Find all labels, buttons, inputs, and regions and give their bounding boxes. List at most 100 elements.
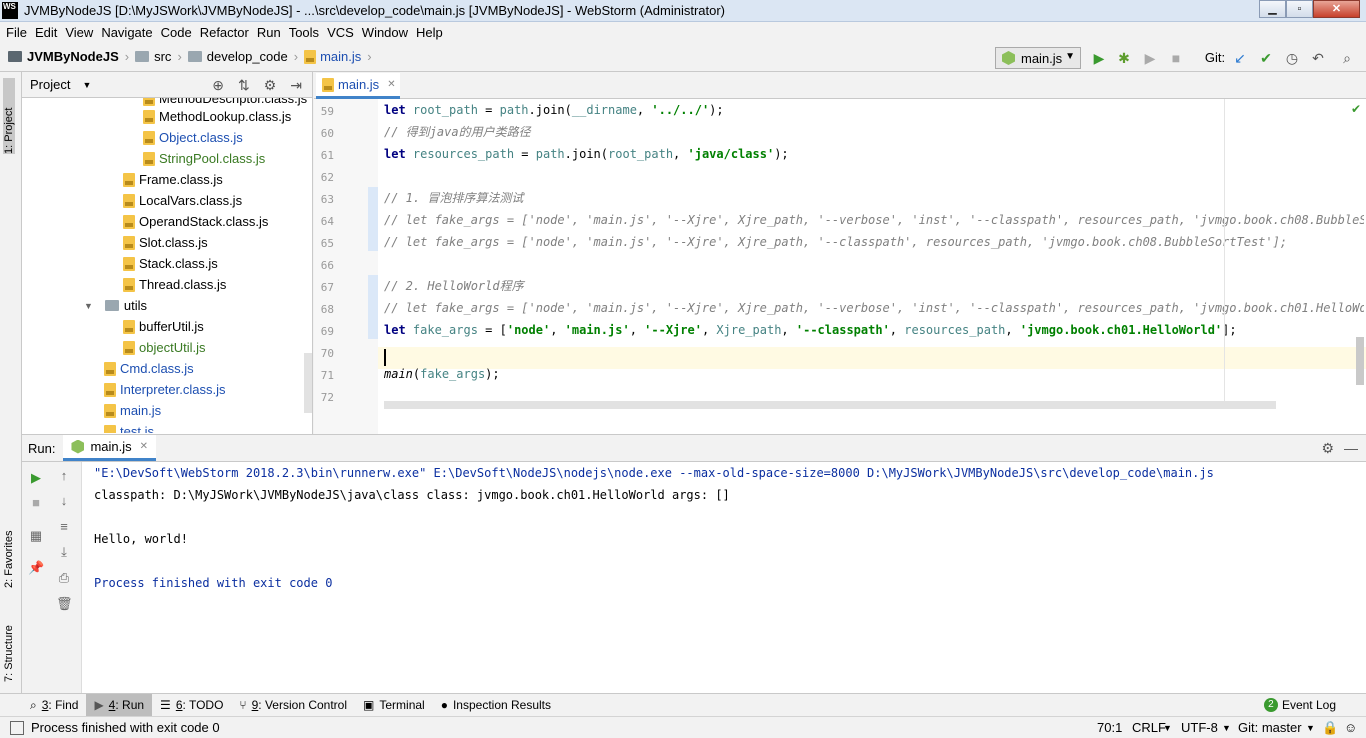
code-line[interactable]: // 2. HelloWorld程序 — [384, 275, 524, 297]
breadcrumb-project[interactable]: JVMByNodeJS — [27, 49, 119, 64]
tree-item[interactable]: main.js — [104, 400, 161, 421]
minimize-icon[interactable]: ▁ — [1259, 0, 1286, 18]
tool-tab-version-control[interactable]: ⑂ 9: Version Control — [231, 694, 355, 717]
menu-view[interactable]: View — [63, 25, 99, 40]
event-log-button[interactable]: 2 Event Log — [1256, 694, 1344, 717]
breadcrumb-src[interactable]: src — [154, 49, 171, 64]
close-icon[interactable]: ✕ — [387, 79, 395, 90]
line-separator[interactable]: CRLF — [1132, 720, 1166, 735]
gear-icon[interactable]: ⚙ — [264, 77, 277, 94]
tree-item[interactable]: StringPool.class.js — [143, 148, 265, 169]
scroll-to-end-icon[interactable]: ⤓ — [56, 544, 72, 560]
code-line[interactable]: // let fake_args = ['node', 'main.js', '… — [384, 231, 1287, 253]
commit-icon[interactable]: ✔ — [1259, 51, 1273, 65]
menu-run[interactable]: Run — [255, 25, 287, 40]
tree-item[interactable]: MethodLookup.class.js — [143, 106, 291, 127]
code-area[interactable]: let root_path = path.join(__dirname, '..… — [384, 99, 1364, 434]
chevron-down-icon[interactable]: ▼ — [82, 80, 91, 90]
breadcrumb-file[interactable]: main.js — [320, 49, 361, 64]
console-output[interactable]: "E:\DevSoft\WebStorm 2018.2.3\bin\runner… — [94, 462, 1364, 694]
print-icon[interactable]: ⎙ — [56, 570, 72, 586]
run-icon[interactable]: ▶ — [1092, 51, 1106, 65]
close-icon[interactable]: ✕ — [140, 441, 148, 452]
locate-icon[interactable]: ⊕ — [212, 77, 224, 94]
tool-tab-run[interactable]: ▶ 4: Run — [86, 693, 153, 717]
code-line[interactable]: let fake_args = ['node', 'main.js', '--X… — [384, 319, 1237, 341]
project-panel-title[interactable]: Project — [30, 77, 70, 92]
tree-item[interactable]: Thread.class.js — [123, 274, 226, 295]
code-line[interactable]: main(fake_args); — [384, 363, 500, 385]
collapse-all-icon[interactable]: ⇅ — [238, 77, 250, 94]
tree-item[interactable]: Slot.class.js — [123, 232, 208, 253]
tool-tab-terminal[interactable]: ▣ Terminal — [355, 694, 433, 717]
menu-file[interactable]: File — [4, 25, 33, 40]
breadcrumb-develop-code[interactable]: develop_code — [207, 49, 288, 64]
menu-refactor[interactable]: Refactor — [198, 25, 255, 40]
tree-item[interactable]: Stack.class.js — [123, 253, 218, 274]
code-line[interactable]: let root_path = path.join(__dirname, '..… — [384, 99, 724, 121]
hide-panel-icon[interactable]: — — [1344, 440, 1358, 456]
tool-window-favorites[interactable]: 2: Favorites — [3, 502, 15, 588]
stop-icon[interactable]: ■ — [28, 495, 44, 511]
layout-icon[interactable]: ▦ — [28, 528, 44, 544]
menu-tools[interactable]: Tools — [287, 25, 325, 40]
tree-item[interactable]: Cmd.class.js — [104, 358, 194, 379]
debug-icon[interactable]: ✱ — [1117, 51, 1131, 65]
hide-icon[interactable]: ⇥ — [290, 77, 302, 94]
tree-item[interactable]: Object.class.js — [143, 127, 243, 148]
menu-navigate[interactable]: Navigate — [99, 25, 158, 40]
code-line[interactable]: let resources_path = path.join(root_path… — [384, 143, 789, 165]
soft-wrap-icon[interactable]: ≡ — [56, 519, 72, 535]
code-line[interactable]: // 1. 冒泡排序算法测试 — [384, 187, 523, 209]
tree-item[interactable]: objectUtil.js — [123, 337, 205, 358]
tree-item[interactable]: OperandStack.class.js — [123, 211, 268, 232]
code-line[interactable]: // 得到java的用户类路径 — [384, 121, 531, 143]
maximize-icon[interactable]: ▫ — [1286, 0, 1313, 18]
search-icon[interactable]: ⌕ — [1340, 51, 1354, 65]
tool-tab-inspection[interactable]: ● Inspection Results — [433, 694, 559, 717]
update-icon[interactable]: ↙ — [1233, 51, 1247, 65]
tool-tab-todo[interactable]: ☰ 6: TODO — [152, 694, 231, 717]
tree-item[interactable]: Frame.class.js — [123, 169, 223, 190]
run-config-selector[interactable]: main.js ▼ — [995, 47, 1081, 69]
toggle-tool-windows-icon[interactable] — [10, 721, 24, 735]
tab-main-js[interactable]: main.js ✕ — [316, 73, 400, 99]
pin-icon[interactable]: 📌 — [28, 560, 44, 576]
chevron-down-icon[interactable]: ▼ — [84, 301, 93, 311]
revert-icon[interactable]: ↶ — [1311, 51, 1325, 65]
tool-window-structure[interactable]: 7: Structure — [3, 602, 15, 682]
vertical-scrollbar[interactable] — [1356, 337, 1364, 385]
lock-icon[interactable]: 🔒 — [1322, 720, 1338, 736]
tree-item[interactable]: bufferUtil.js — [123, 316, 204, 337]
git-branch[interactable]: Git: master — [1238, 720, 1302, 735]
inspector-icon[interactable]: ☺ — [1344, 720, 1357, 735]
menu-vcs[interactable]: VCS — [325, 25, 360, 40]
trash-icon[interactable]: 🗑 — [56, 596, 73, 612]
tree-item[interactable]: LocalVars.class.js — [123, 190, 242, 211]
tree-item[interactable]: Interpreter.class.js — [104, 379, 226, 400]
tree-folder-utils[interactable]: ▼ utils — [84, 295, 147, 316]
gear-icon[interactable]: ⚙ — [1321, 440, 1334, 457]
run-tab-main-js[interactable]: main.js ✕ — [63, 435, 157, 461]
menu-help[interactable]: Help — [414, 25, 449, 40]
left-tool-strip: 1: Project 2: Favorites 7: Structure — [0, 72, 22, 693]
code-line[interactable]: // let fake_args = ['node', 'main.js', '… — [384, 297, 1364, 319]
file-encoding[interactable]: UTF-8 — [1181, 720, 1218, 735]
menu-code[interactable]: Code — [159, 25, 198, 40]
tree-scrollbar[interactable] — [304, 353, 312, 413]
tree-item[interactable]: test.js — [104, 421, 154, 433]
horizontal-scrollbar[interactable] — [384, 401, 1276, 409]
menu-window[interactable]: Window — [360, 25, 414, 40]
caret-position[interactable]: 70:1 — [1097, 720, 1122, 735]
history-icon[interactable]: ◷ — [1285, 51, 1299, 65]
rerun-icon[interactable]: ▶ — [28, 470, 44, 486]
tool-tab-find[interactable]: ⌕ 3: Find — [22, 694, 86, 717]
arrow-up-icon[interactable]: ↑ — [56, 468, 72, 484]
arrow-down-icon[interactable]: ↓ — [56, 493, 72, 509]
tool-window-project[interactable]: 1: Project — [3, 78, 15, 154]
menu-edit[interactable]: Edit — [33, 25, 63, 40]
code-line[interactable]: // let fake_args = ['node', 'main.js', '… — [384, 209, 1364, 231]
coverage-icon[interactable]: ▶ — [1143, 51, 1157, 65]
close-icon[interactable]: ✕ — [1313, 0, 1360, 18]
stop-icon[interactable]: ■ — [1169, 51, 1183, 65]
